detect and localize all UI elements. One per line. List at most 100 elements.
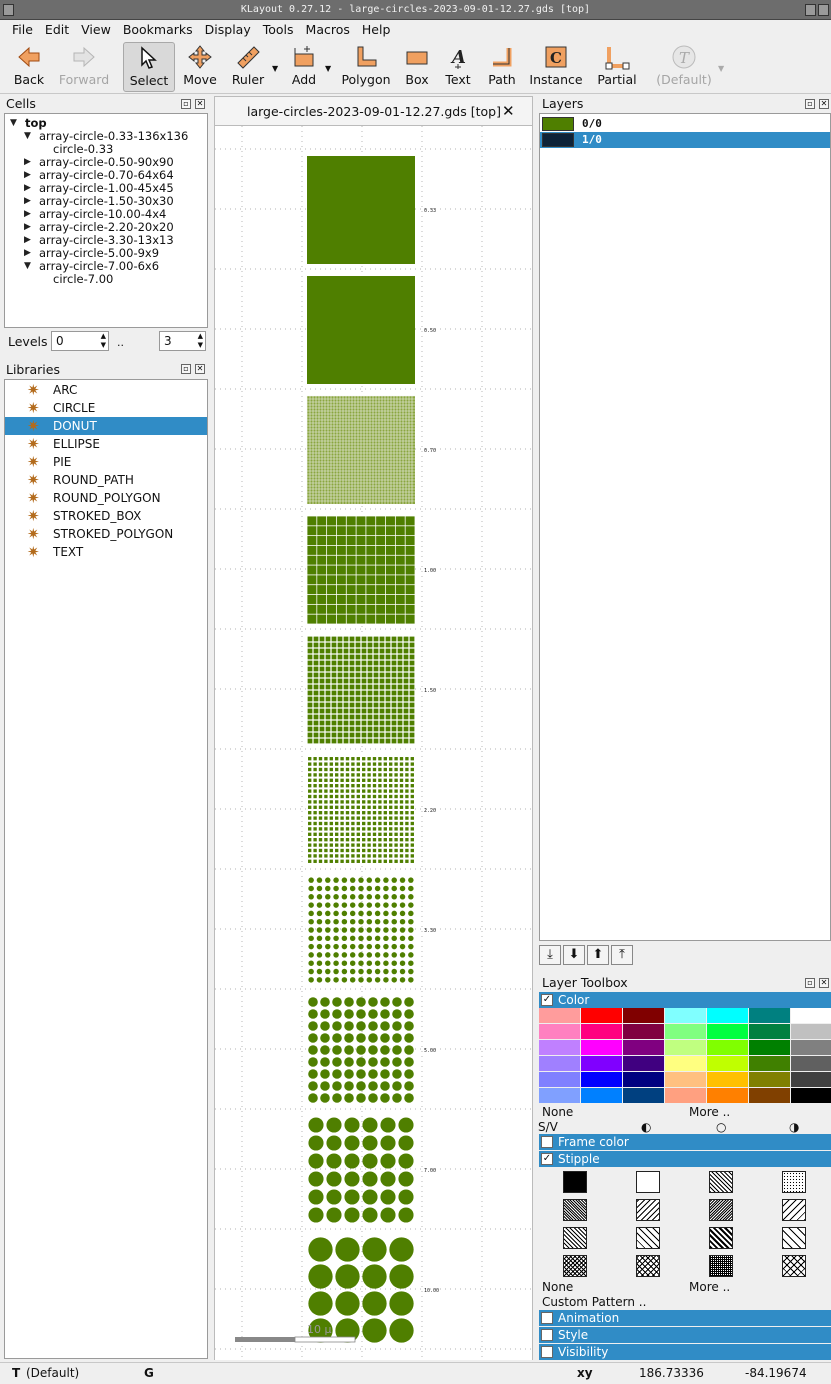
palette-color-swatch[interactable] xyxy=(581,1024,622,1039)
move-layer-down-icon[interactable]: ⬇ xyxy=(563,945,585,965)
layers-close-icon[interactable]: ✕ xyxy=(819,99,829,109)
add-dropdown-icon[interactable]: ▼ xyxy=(325,64,331,73)
menu-bookmarks[interactable]: Bookmarks xyxy=(117,20,199,40)
stipple-pattern-swatch[interactable] xyxy=(563,1199,587,1221)
menu-file[interactable]: File xyxy=(6,20,39,40)
levels-to-spinbox[interactable]: 3 ▲ ▼ xyxy=(159,331,206,351)
menu-display[interactable]: Display xyxy=(199,20,257,40)
tree-expand-icon[interactable]: ▶ xyxy=(24,196,31,206)
frame-color-section-header[interactable]: Frame color xyxy=(539,1134,831,1150)
levels-from-spinbox[interactable]: 0 ▲ ▼ xyxy=(51,331,109,351)
palette-color-swatch[interactable] xyxy=(539,1088,580,1103)
palette-color-swatch[interactable] xyxy=(749,1024,790,1039)
stipple-pattern-swatch[interactable] xyxy=(709,1255,733,1277)
libraries-float-icon[interactable]: ▫ xyxy=(181,364,191,374)
layout-view[interactable]: 0.33 0.50 0.70 1.00 1.50 2.20 3.30 5.00 7.00 10.0… xyxy=(215,126,533,1360)
library-item[interactable]: ✷ CIRCLE xyxy=(5,399,207,417)
box-tool-button[interactable]: Box xyxy=(398,42,436,92)
move-layer-bottom-icon[interactable]: ⤓ xyxy=(539,945,561,965)
stipple-pattern-swatch[interactable] xyxy=(563,1171,587,1193)
color-section-header[interactable]: ✓ Color xyxy=(539,992,831,1008)
stipple-pattern-swatch[interactable] xyxy=(636,1171,660,1193)
palette-color-swatch[interactable] xyxy=(791,1008,831,1023)
window-menu-button[interactable] xyxy=(3,4,14,16)
library-item[interactable]: ✷ STROKED_POLYGON xyxy=(5,525,207,543)
tree-expand-icon[interactable]: ▶ xyxy=(24,209,31,219)
palette-color-swatch[interactable] xyxy=(749,1040,790,1055)
brightness-darker-icon[interactable]: ◐ xyxy=(641,1120,651,1134)
palette-color-swatch[interactable] xyxy=(707,1024,748,1039)
move-tool-button[interactable]: Move xyxy=(180,42,220,92)
polygon-tool-button[interactable]: Polygon xyxy=(340,42,392,92)
ruler-tool-button[interactable]: Ruler xyxy=(226,42,270,92)
palette-color-swatch[interactable] xyxy=(539,1072,580,1087)
stipple-pattern-swatch[interactable] xyxy=(782,1199,806,1221)
forward-button[interactable]: Forward xyxy=(56,42,112,92)
palette-color-swatch[interactable] xyxy=(791,1072,831,1087)
stipple-checkbox[interactable]: ✓ xyxy=(541,1153,553,1165)
animation-checkbox[interactable] xyxy=(541,1312,553,1324)
palette-color-swatch[interactable] xyxy=(749,1088,790,1103)
stipple-pattern-swatch[interactable] xyxy=(709,1171,733,1193)
stipple-pattern-swatch[interactable] xyxy=(636,1227,660,1249)
palette-color-swatch[interactable] xyxy=(791,1088,831,1103)
palette-color-swatch[interactable] xyxy=(665,1056,706,1071)
visibility-checkbox[interactable] xyxy=(541,1346,553,1358)
style-section-header[interactable]: Style xyxy=(539,1327,831,1343)
palette-color-swatch[interactable] xyxy=(749,1056,790,1071)
tree-expand-icon[interactable]: ▼ xyxy=(24,261,31,271)
brightness-lighter-icon[interactable]: ◑ xyxy=(789,1120,799,1134)
palette-color-swatch[interactable] xyxy=(581,1008,622,1023)
palette-color-swatch[interactable] xyxy=(665,1072,706,1087)
stipple-none-button[interactable]: None xyxy=(542,1280,573,1295)
visibility-section-header[interactable]: Visibility xyxy=(539,1344,831,1360)
menu-help[interactable]: Help xyxy=(356,20,397,40)
palette-color-swatch[interactable] xyxy=(539,1008,580,1023)
palette-color-swatch[interactable] xyxy=(581,1040,622,1055)
ruler-dropdown-icon[interactable]: ▼ xyxy=(272,64,278,73)
cells-close-icon[interactable]: ✕ xyxy=(195,99,205,109)
palette-color-swatch[interactable] xyxy=(623,1088,664,1103)
palette-color-swatch[interactable] xyxy=(623,1024,664,1039)
palette-color-swatch[interactable] xyxy=(791,1056,831,1071)
tree-expand-icon[interactable]: ▶ xyxy=(24,170,31,180)
library-item[interactable]: ✷ ARC xyxy=(5,381,207,399)
toolbox-close-icon[interactable]: ✕ xyxy=(819,978,829,988)
spin-arrows-icon[interactable]: ▲ ▼ xyxy=(198,332,203,350)
palette-color-swatch[interactable] xyxy=(623,1040,664,1055)
library-item[interactable]: ✷ PIE xyxy=(5,453,207,471)
palette-color-swatch[interactable] xyxy=(707,1072,748,1087)
palette-color-swatch[interactable] xyxy=(791,1024,831,1039)
style-checkbox[interactable] xyxy=(541,1329,553,1341)
cell-tree-item[interactable]: circle-7.00 xyxy=(53,273,113,286)
default-dropdown-icon[interactable]: ▼ xyxy=(718,64,724,73)
palette-color-swatch[interactable] xyxy=(665,1008,706,1023)
palette-color-swatch[interactable] xyxy=(791,1040,831,1055)
cells-float-icon[interactable]: ▫ xyxy=(181,99,191,109)
stipple-pattern-swatch[interactable] xyxy=(782,1227,806,1249)
palette-color-swatch[interactable] xyxy=(581,1088,622,1103)
palette-color-swatch[interactable] xyxy=(623,1008,664,1023)
stipple-pattern-swatch[interactable] xyxy=(782,1255,806,1277)
palette-color-swatch[interactable] xyxy=(707,1040,748,1055)
menu-tools[interactable]: Tools xyxy=(257,20,300,40)
library-item[interactable]: ✷ ROUND_POLYGON xyxy=(5,489,207,507)
tree-expand-icon[interactable]: ▶ xyxy=(24,183,31,193)
color-more-button[interactable]: More .. xyxy=(689,1105,730,1120)
stipple-pattern-swatch[interactable] xyxy=(636,1199,660,1221)
palette-color-swatch[interactable] xyxy=(749,1008,790,1023)
close-window-button[interactable] xyxy=(818,4,829,16)
palette-color-swatch[interactable] xyxy=(665,1024,706,1039)
minimize-button[interactable] xyxy=(805,4,816,16)
menu-view[interactable]: View xyxy=(75,20,117,40)
brightness-reset-icon[interactable]: ○ xyxy=(716,1120,726,1134)
tree-expand-icon[interactable]: ▶ xyxy=(24,157,31,167)
library-item[interactable]: ✷ ROUND_PATH xyxy=(5,471,207,489)
palette-color-swatch[interactable] xyxy=(707,1056,748,1071)
add-tool-button[interactable]: Add xyxy=(284,42,324,92)
tree-expand-icon[interactable]: ▼ xyxy=(10,118,17,128)
toolbox-float-icon[interactable]: ▫ xyxy=(805,978,815,988)
palette-color-swatch[interactable] xyxy=(623,1072,664,1087)
color-none-button[interactable]: None xyxy=(542,1105,573,1120)
custom-pattern-button[interactable]: Custom Pattern .. xyxy=(542,1295,646,1310)
